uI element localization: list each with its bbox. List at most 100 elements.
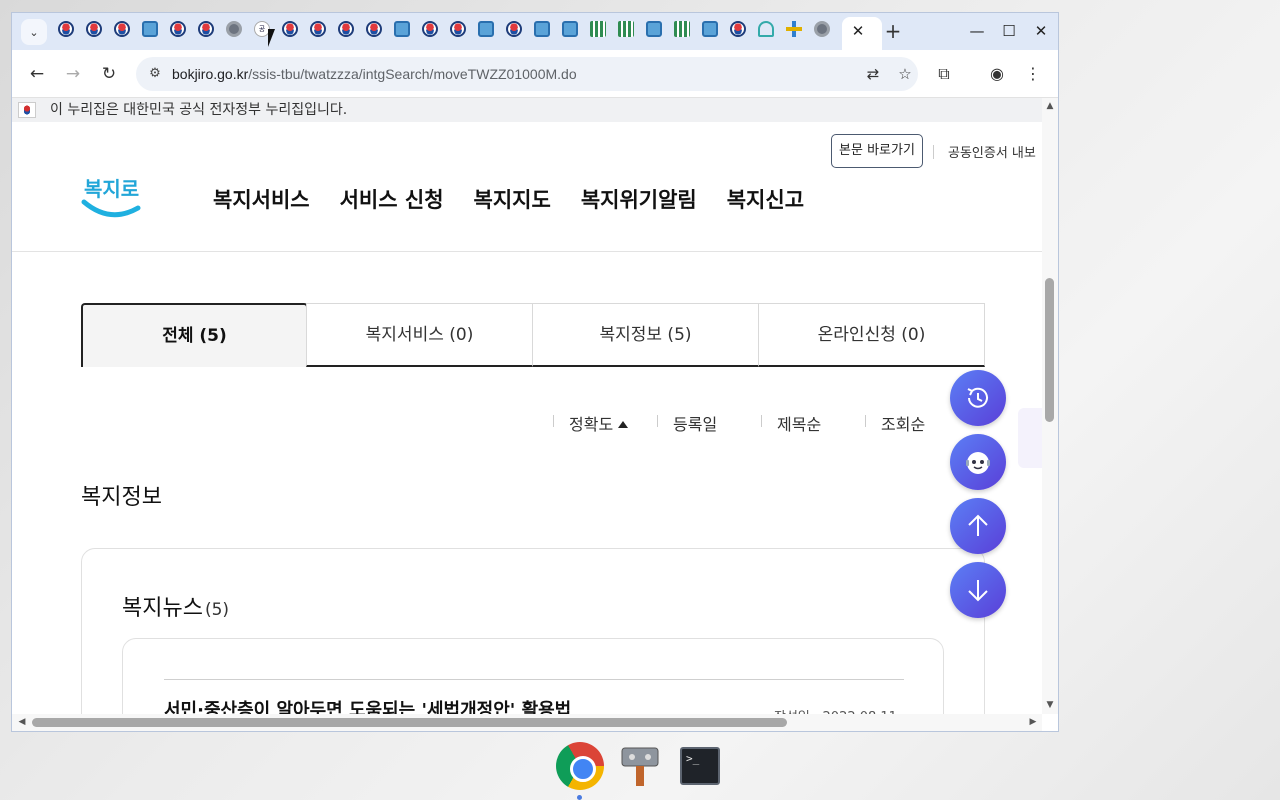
tab-favicon-bokjiro-icon[interactable] [702,21,718,37]
url-text[interactable]: bokjiro.go.kr/ssis-tbu/twatzzza/intgSear… [172,66,577,82]
tab-favicon-grid-icon[interactable] [618,21,634,37]
minimize-icon[interactable]: — [962,19,992,43]
tab-favicon-globe-icon[interactable] [814,21,830,37]
scroll-bottom-button[interactable] [950,562,1006,618]
tab-favicon-grid-icon[interactable] [590,21,606,37]
tab-favicon-bokjiro-icon[interactable] [394,21,410,37]
tab-favicon-gov-icon[interactable] [366,21,382,37]
scroll-top-button[interactable] [950,498,1006,554]
gov-banner-text: 이 누리집은 대한민국 공식 전자정부 누리집입니다. [50,102,348,118]
tab-favicon-gov-icon[interactable] [422,21,438,37]
url-host: bokjiro.go.kr [172,66,249,82]
tab-strip: ⌄ 공 ✕ + — ☐ ✕ [12,13,1058,50]
tab-favicon-gov-icon[interactable] [58,21,74,37]
new-tab-button[interactable]: + [882,20,904,42]
vertical-scroll-thumb[interactable] [1045,278,1054,422]
tab-favicon-gov-icon[interactable] [198,21,214,37]
tab-welfare-service[interactable]: 복지서비스 (0) [306,303,533,367]
scroll-down-arrow-icon[interactable]: ▼ [1043,699,1057,711]
page-viewport: 이 누리집은 대한민국 공식 전자정부 누리집입니다. 본문 바로가기 공동인증… [12,98,1042,714]
browser-window: ⌄ 공 ✕ + — ☐ ✕ ← → ↻ ⚙ bokjiro.go.kr/ssis… [11,12,1059,732]
address-bar[interactable]: ⚙ bokjiro.go.kr/ssis-tbu/twatzzza/intgSe… [136,57,918,91]
tab-close-icon[interactable]: ✕ [848,21,868,41]
tab-favicon-bokjiro-icon[interactable] [478,21,494,37]
tab-welfare-info[interactable]: 복지정보 (5) [532,303,759,367]
section-title: 복지정보 [81,485,162,510]
maximize-icon[interactable]: ☐ [994,19,1024,43]
news-heading-label: 복지뉴스 [122,596,203,621]
sort-divider [657,415,658,427]
search-result-tabs: 전체 (5) 복지서비스 (0) 복지정보 (5) 온라인신청 (0) [81,303,985,367]
tab-favicon-plus-icon[interactable] [786,21,802,37]
scroll-left-arrow-icon[interactable]: ◀ [16,715,28,729]
recent-history-button[interactable] [950,370,1006,426]
nav-welfare-service[interactable]: 복지서비스 [213,184,310,214]
nav-service-apply[interactable]: 서비스 신청 [340,184,444,214]
bokjiro-logo[interactable]: 복지로 [80,168,144,224]
certificate-export-link[interactable]: 공동인증서 내보 [948,142,1036,161]
translate-icon[interactable]: ⇄ [862,64,884,84]
sort-divider [865,415,866,427]
settings-tool-taskbar-icon[interactable] [620,746,660,788]
news-item-title[interactable]: 서민·중산층이 알아두면 도움되는 '세법개정안' 활용법 [164,696,571,714]
sort-title[interactable]: 제목순 [777,411,821,434]
history-clock-icon [967,387,988,408]
profile-icon[interactable]: ◉ [985,62,1009,86]
skip-to-content-button[interactable]: 본문 바로가기 [831,134,923,168]
scroll-up-arrow-icon[interactable]: ▲ [1043,100,1057,112]
tab-favicon-gov-icon[interactable] [450,21,466,37]
korea-flag-icon [18,102,36,118]
bookmark-star-icon[interactable]: ☆ [894,64,916,84]
tab-favicon-home-icon[interactable] [758,21,774,37]
tab-favicon-gov-icon[interactable] [730,21,746,37]
chatbot-character-icon [966,452,990,474]
tab-favicon-gov-icon[interactable] [310,21,326,37]
browser-toolbar: ← → ↻ ⚙ bokjiro.go.kr/ssis-tbu/twatzzza/… [12,50,1058,98]
window-close-icon[interactable]: ✕ [1026,19,1056,43]
tab-search-icon[interactable]: ⌄ [21,19,47,45]
tab-favicon-bokjiro-icon[interactable] [534,21,550,37]
sort-divider [761,415,762,427]
sort-divider [553,415,554,427]
tab-favicon-gov-icon[interactable] [282,21,298,37]
tab-favicon-bokjiro-icon[interactable] [646,21,662,37]
tab-all[interactable]: 전체 (5) [81,303,308,367]
horizontal-scroll-thumb[interactable] [32,718,787,727]
side-panel-edge [1018,408,1042,468]
extensions-icon[interactable]: ⧉ [932,62,956,86]
nav-crisis-alert[interactable]: 복지위기알림 [581,184,697,214]
tab-favicon-bokjiro-icon[interactable] [562,21,578,37]
reload-icon[interactable]: ↻ [97,62,121,86]
chatbot-button[interactable] [950,434,1006,490]
scroll-right-arrow-icon[interactable]: ▶ [1027,715,1039,729]
sort-date[interactable]: 등록일 [673,411,717,434]
chrome-taskbar-icon[interactable] [556,742,604,790]
tab-favicon-globe-icon[interactable] [226,21,242,37]
tab-favicon-gov-icon[interactable] [338,21,354,37]
news-item-date: 작성일 : 2022.08.11 [774,706,897,714]
tab-favicon-grid-icon[interactable] [674,21,690,37]
tab-favicon-gov-icon[interactable] [170,21,186,37]
arrow-up-icon [968,514,988,536]
tab-favicon-gov-icon[interactable] [86,21,102,37]
main-nav: 복지서비스 서비스 신청 복지지도 복지위기알림 복지신고 [213,184,834,214]
tab-favicon-bokjiro-icon[interactable] [142,21,158,37]
back-icon[interactable]: ← [25,62,49,86]
tab-favicon-gov-icon[interactable] [506,21,522,37]
logo-text: 복지로 [84,177,139,201]
tab-online-apply[interactable]: 온라인신청 (0) [758,303,985,367]
forward-icon[interactable]: → [61,62,85,86]
browser-menu-icon[interactable]: ⋮ [1021,62,1045,86]
site-info-icon[interactable]: ⚙ [146,65,164,83]
terminal-taskbar-icon[interactable]: >_ [680,747,720,785]
sort-accuracy[interactable]: 정확도 [569,411,629,434]
mouse-cursor-icon [268,29,275,47]
sort-views[interactable]: 조회순 [881,411,925,434]
news-heading: 복지뉴스 (5) [122,590,229,622]
nav-welfare-map[interactable]: 복지지도 [474,184,551,214]
news-list-divider [164,679,904,680]
nav-welfare-report[interactable]: 복지신고 [727,184,804,214]
tab-favicon-gov-icon[interactable] [114,21,130,37]
news-count: (5) [204,600,230,620]
url-path: /ssis-tbu/twatzzza/intgSearch/moveTWZZ01… [248,66,577,82]
